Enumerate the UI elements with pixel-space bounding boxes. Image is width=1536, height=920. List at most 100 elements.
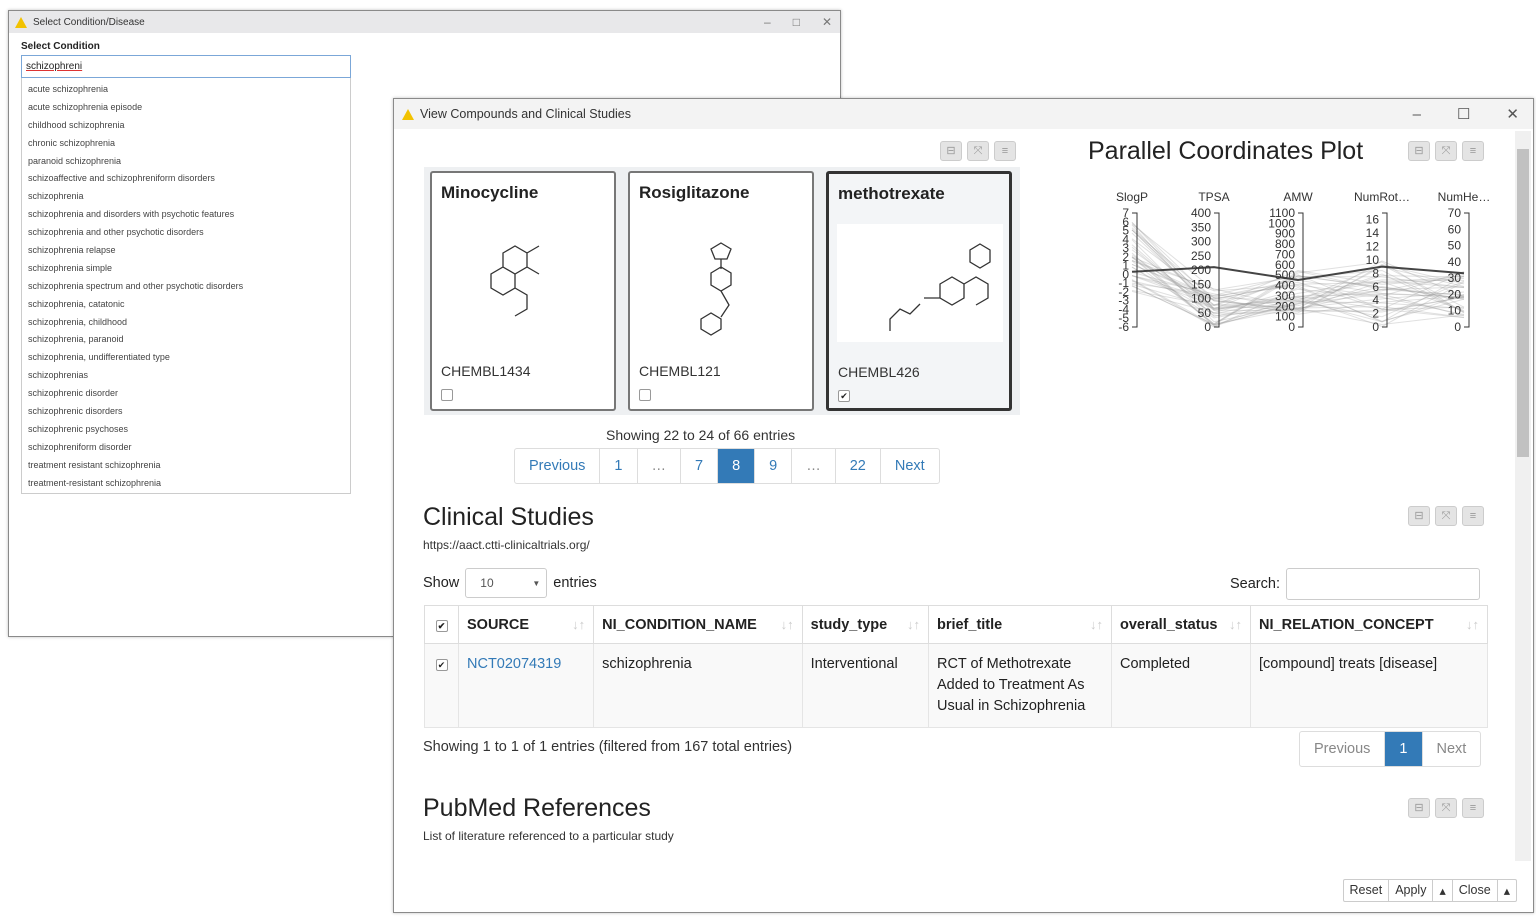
compound-card[interactable]: methotrexate CHEMBL426 ✔ [826, 171, 1012, 411]
condition-option[interactable]: schizophrenia spectrum and other psychot… [22, 279, 350, 297]
condition-option[interactable]: schizophrenia [22, 189, 350, 207]
tick-label: 200 [1191, 263, 1211, 277]
arrow-button[interactable]: ▴ [1433, 880, 1453, 901]
search-input[interactable] [1285, 568, 1480, 600]
condition-option[interactable]: schizophrenia simple [22, 261, 350, 279]
page-9[interactable]: 9 [755, 449, 793, 483]
column-header[interactable]: overall_status ↓↑ [1110, 605, 1252, 644]
title-bar: Select Condition/Disease – □ ✕ [9, 11, 840, 33]
select-all-checkbox[interactable]: ✔ [435, 619, 448, 632]
expand-icon[interactable]: ⤧ [1435, 141, 1457, 161]
tick-label: 50 [1448, 239, 1462, 253]
condition-option[interactable]: paranoid schizophrenia [22, 154, 350, 172]
table-row[interactable]: ✔ NCT02074319 schizophrenia Interventional R… [424, 643, 1488, 728]
column-header[interactable]: NI_CONDITION_NAME ↓↑ [593, 605, 803, 644]
maximize-button[interactable]: ☐ [1457, 105, 1470, 123]
minimize-panel-icon[interactable]: ⊟ [1408, 141, 1430, 161]
sort-icon[interactable]: ↓↑ [1090, 617, 1103, 632]
tick-label: 350 [1191, 220, 1211, 234]
column-header[interactable]: NI_RELATION_CONCEPT ↓↑ [1250, 605, 1488, 644]
sort-icon[interactable]: ↓↑ [572, 617, 585, 632]
page-7[interactable]: 7 [681, 449, 719, 483]
expand-icon[interactable]: ⤧ [1435, 506, 1457, 526]
condition-option[interactable]: treatment resistant schizophrenia [22, 458, 350, 476]
row-checkbox[interactable]: ✔ [435, 659, 448, 671]
parallel-coordinates-plot[interactable]: SlogP-6-5-4-3-2-101234567TPSA05010015020… [1094, 181, 1514, 341]
condition-option[interactable]: schizophrenic disorder [22, 386, 350, 404]
condition-option[interactable]: acute schizophrenia episode [22, 100, 350, 118]
maximize-button[interactable]: □ [793, 15, 800, 29]
column-header[interactable]: SOURCE ↓↑ [457, 605, 595, 644]
condition-option[interactable]: treatment-resistant schizophrenia [22, 476, 350, 494]
condition-option[interactable]: schizophrenia relapse [22, 243, 350, 261]
clinical-url: https://aact.ctti-clinicaltrials.org/ [423, 538, 590, 552]
length-select[interactable]: 10 ▼ [465, 568, 548, 598]
condition-option[interactable]: schizophrenic disorders [22, 404, 350, 422]
page-22[interactable]: 22 [836, 449, 881, 483]
row-select-cell[interactable]: ✔ [424, 643, 459, 728]
condition-option[interactable]: schizophrenic psychoses [22, 422, 350, 440]
condition-option[interactable]: schizophrenia, undifferentiated type [22, 350, 350, 368]
vertical-scrollbar[interactable] [1515, 131, 1531, 861]
condition-option[interactable]: schizophrenia, catatonic [22, 297, 350, 315]
condition-option[interactable]: schizophrenia and disorders with psychot… [22, 207, 350, 225]
condition-option[interactable]: schizophreniform disorder [22, 440, 350, 458]
close-button[interactable]: ✕ [822, 15, 832, 29]
condition-option[interactable]: schizoaffective and schizophreniform dis… [22, 171, 350, 189]
condition-option[interactable]: schizophrenia, childhood [22, 315, 350, 333]
menu-icon[interactable]: ≡ [1462, 506, 1484, 526]
condition-option[interactable]: childhood schizophrenia [22, 118, 350, 136]
condition-option[interactable]: schizophrenia, paranoid [22, 332, 350, 350]
compound-checkbox[interactable] [639, 389, 651, 401]
page-1[interactable]: 1 [600, 449, 638, 483]
compound-checkbox[interactable]: ✔ [838, 390, 850, 402]
close-button[interactable]: Close [1453, 880, 1498, 901]
sort-icon[interactable]: ↓↑ [907, 617, 920, 632]
page-previous[interactable]: Previous [1300, 732, 1386, 766]
sort-icon[interactable]: ↓↑ [781, 617, 794, 632]
source-link[interactable]: NCT02074319 [467, 656, 561, 672]
expand-icon[interactable]: ⤧ [1435, 798, 1457, 818]
compound-card[interactable]: Minocycline CHEMBL1434 [430, 171, 616, 411]
page-1[interactable]: 1 [1385, 732, 1423, 766]
condition-input[interactable]: schizophreni [21, 55, 351, 78]
page-8[interactable]: 8 [718, 449, 756, 483]
sort-icon[interactable]: ↓↑ [1466, 617, 1479, 632]
axis-line[interactable] [1464, 212, 1470, 328]
compound-card[interactable]: Rosiglitazone CHEMBL121 [628, 171, 814, 411]
column-header[interactable]: brief_title ↓↑ [927, 605, 1112, 644]
scrollbar-thumb[interactable] [1517, 149, 1529, 457]
condition-options-list[interactable]: acute schizophrenia acute schizophrenia e… [21, 78, 351, 494]
menu-icon[interactable]: ≡ [1462, 798, 1484, 818]
compound-id: CHEMBL426 [838, 364, 920, 380]
column-header[interactable]: study_type ↓↑ [801, 605, 929, 644]
pcp-toolbar: ⊟ ⤧ ≡ [1408, 141, 1484, 161]
column-label: brief_title [936, 616, 1003, 633]
page-previous[interactable]: Previous [515, 449, 601, 483]
tick-label: 10 [1448, 304, 1462, 318]
apply-button[interactable]: Apply [1389, 880, 1434, 901]
minimize-panel-icon[interactable]: ⊟ [1408, 506, 1430, 526]
minimize-button[interactable]: – [764, 15, 771, 29]
arrow-button[interactable]: ▴ [1498, 880, 1516, 901]
reset-button[interactable]: Reset [1344, 880, 1390, 901]
minimize-button[interactable]: – [1413, 106, 1421, 123]
expand-icon[interactable]: ⤧ [967, 141, 989, 161]
page-next[interactable]: Next [1423, 732, 1481, 766]
minimize-panel-icon[interactable]: ⊟ [1408, 798, 1430, 818]
column-label: overall_status [1119, 616, 1218, 633]
sort-icon[interactable]: ↓↑ [1229, 617, 1242, 632]
close-button[interactable]: ✕ [1506, 105, 1519, 123]
axis-label: NumHe… [1438, 190, 1491, 204]
compound-checkbox[interactable] [441, 389, 453, 401]
search-label: Search: [1230, 576, 1280, 592]
menu-icon[interactable]: ≡ [1462, 141, 1484, 161]
menu-icon[interactable]: ≡ [994, 141, 1016, 161]
condition-option[interactable]: schizophrenia and other psychotic disord… [22, 225, 350, 243]
select-all-header[interactable]: ✔ [424, 605, 459, 644]
minimize-panel-icon[interactable]: ⊟ [940, 141, 962, 161]
condition-option[interactable]: acute schizophrenia [22, 82, 350, 100]
condition-option[interactable]: schizophrenias [22, 368, 350, 386]
condition-option[interactable]: chronic schizophrenia [22, 136, 350, 154]
page-next[interactable]: Next [881, 449, 939, 483]
